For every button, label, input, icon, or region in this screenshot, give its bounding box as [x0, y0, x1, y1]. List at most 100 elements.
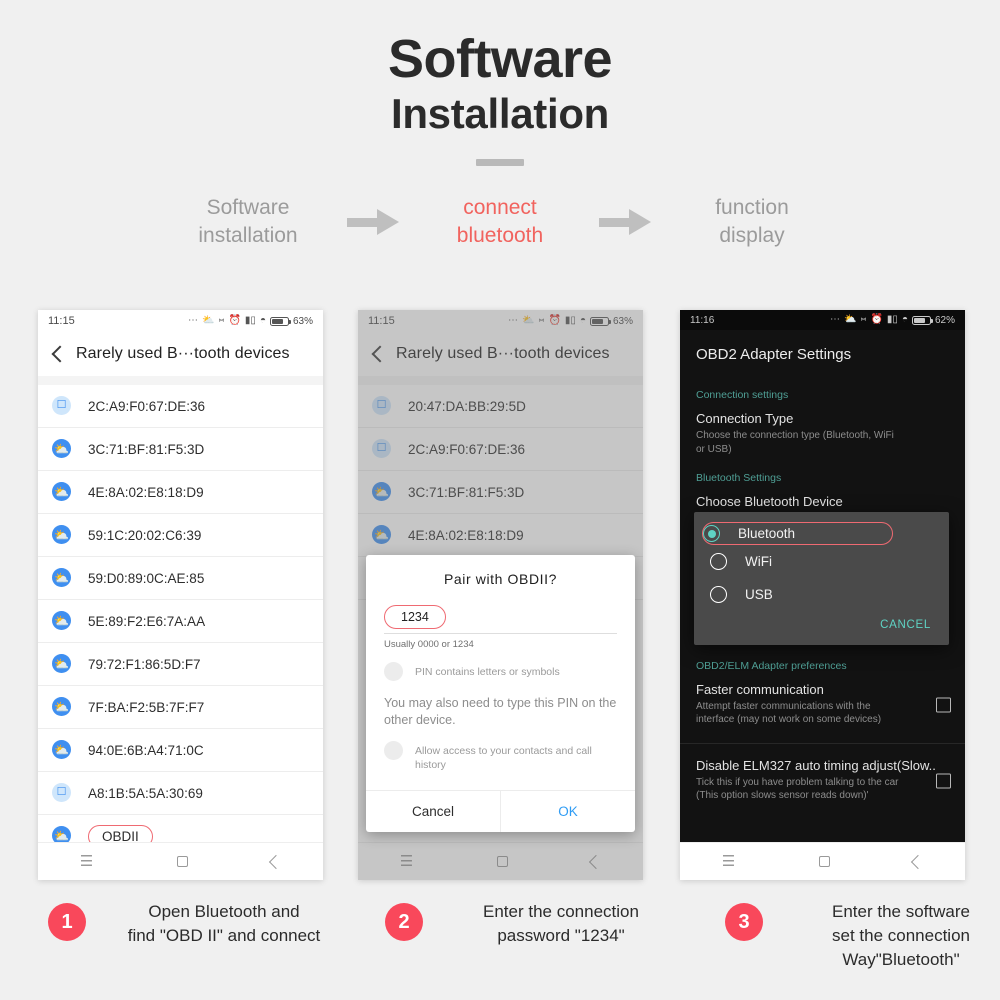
caption-text: Enter the connection password "1234": [483, 902, 639, 945]
menu-icon[interactable]: ☰: [722, 854, 735, 869]
page-header: Software Installation: [0, 0, 1000, 166]
checkbox-icon[interactable]: [384, 662, 403, 681]
back-chevron-icon[interactable]: [368, 344, 388, 364]
cancel-button[interactable]: CANCEL: [694, 611, 949, 641]
menu-icon[interactable]: ☰: [80, 854, 93, 869]
radio-option-bluetooth[interactable]: Bluetooth: [702, 522, 893, 545]
radio-button-icon[interactable]: [710, 553, 727, 570]
radio-option-wifi[interactable]: WiFi: [694, 545, 949, 578]
back-icon[interactable]: [269, 854, 284, 869]
device-list-item[interactable]: ⛅ 59:D0:89:0C:AE:85: [38, 557, 323, 600]
step-number-badge: 2: [385, 903, 423, 941]
bluetooth-icon: ⛅: [844, 314, 857, 325]
device-icon-wrap: ☐: [52, 783, 72, 803]
setting-title: Disable ELM327 auto timing adjust(Slow..: [696, 757, 936, 773]
setting-subtitle: Tick this if you have problem talking to…: [696, 776, 899, 802]
phone-screenshot-2: 11:15 ⋯ ⛅ ⑅ ⏰ ▮▯ ◓ 63% Rarely used B···t…: [358, 310, 643, 880]
checkbox-icon[interactable]: [384, 740, 403, 760]
device-list-item[interactable]: ⛅ 3C:71:BF:81:F5:3D: [38, 428, 323, 471]
title-divider: [476, 158, 524, 166]
radio-option-usb[interactable]: USB: [694, 578, 949, 611]
phone-icon: ☐: [52, 783, 71, 802]
battery-percent: 63%: [612, 315, 633, 327]
device-list-item[interactable]: ☐ 2C:A9:F0:67:DE:36: [38, 385, 323, 428]
radio-option-label: WiFi: [745, 554, 772, 569]
radio-button-icon[interactable]: [710, 586, 727, 603]
device-list-item[interactable]: ☐ 2C:A9:F0:67:DE:36: [358, 428, 643, 471]
pin-input[interactable]: 1234: [384, 605, 617, 634]
checkbox-icon[interactable]: [936, 773, 951, 789]
radio-button-icon[interactable]: [703, 525, 720, 542]
step-indicator: Software installation connect bluetooth …: [0, 194, 1000, 249]
mute-icon: ⑅: [860, 314, 867, 325]
bluetooth-icon: ⛅: [52, 525, 71, 544]
device-icon-wrap: ☐: [52, 396, 72, 416]
device-icon-wrap: ⛅: [52, 611, 72, 631]
device-list-1: ☐ 2C:A9:F0:67:DE:36 ⛅ 3C:71:BF:81:F5:3D ⛅ 4E:…: [38, 385, 323, 880]
device-name: 2C:A9:F0:67:DE:36: [408, 441, 526, 457]
dots-icon: ⋯: [508, 315, 519, 326]
device-name: 3C:71:BF:81:F5:3D: [408, 484, 525, 500]
device-list-item[interactable]: ⛅ 3C:71:BF:81:F5:3D: [358, 471, 643, 514]
bluetooth-icon: ⛅: [372, 482, 391, 501]
back-icon[interactable]: [589, 854, 604, 869]
menu-icon[interactable]: ☰: [400, 854, 413, 869]
section-connection-settings: Connection settings: [696, 389, 789, 401]
phone-icon: ☐: [372, 439, 391, 458]
status-time: 11:15: [48, 315, 75, 327]
setting-faster-communication[interactable]: Faster communication Attempt faster comm…: [680, 674, 965, 737]
pair-dialog-title: Pair with OBDII?: [443, 571, 558, 587]
device-name: 59:1C:20:02:C6:39: [88, 527, 202, 543]
device-name: 4E:8A:02:E8:18:D9: [408, 527, 524, 543]
status-time: 11:16: [690, 314, 715, 326]
setting-disable-elm327-timing[interactable]: Disable ELM327 auto timing adjust(Slow..…: [680, 750, 965, 813]
app-bar-2: Rarely used B···tooth devices: [358, 332, 643, 376]
contacts-access-checkbox-row[interactable]: Allow access to your contacts and call h…: [366, 740, 635, 772]
device-name: 94:0E:6B:A4:71:0C: [88, 742, 204, 758]
bluetooth-icon: ⛅: [52, 697, 71, 716]
setting-connection-type[interactable]: Connection Type Choose the connection ty…: [680, 403, 965, 466]
phone-screenshot-1: 11:15 ⋯ ⛅ ⑅ ⏰ ▮▯ ◓ 63% Rarely used B···t…: [38, 310, 323, 880]
home-icon[interactable]: [176, 856, 188, 867]
cancel-button[interactable]: Cancel: [366, 791, 500, 832]
page-title-line1: Software: [387, 29, 613, 89]
back-chevron-icon[interactable]: [48, 344, 68, 364]
device-icon-wrap: ⛅: [52, 740, 72, 760]
device-icon-wrap: ⛅: [52, 568, 72, 588]
device-list-item[interactable]: ⛅ 79:72:F1:86:5D:F7: [38, 643, 323, 686]
device-list-item[interactable]: ⛅ 94:0E:6B:A4:71:0C: [38, 729, 323, 772]
step-number-badge: 1: [48, 903, 86, 941]
page-title-line2: Installation: [390, 90, 610, 138]
home-icon[interactable]: [818, 856, 830, 867]
device-list-item[interactable]: ⛅ 4E:8A:02:E8:18:D9: [38, 471, 323, 514]
home-icon[interactable]: [496, 856, 508, 867]
battery-icon: [911, 315, 933, 325]
step-connect-bluetooth: connect bluetooth: [456, 195, 544, 247]
device-list-item[interactable]: ⛅ 59:1C:20:02:C6:39: [38, 514, 323, 557]
setting-title: Faster communication: [696, 681, 824, 697]
nav-bar-2: ☰: [358, 842, 643, 880]
device-list-item[interactable]: ☐ A8:1B:5A:5A:30:69: [38, 772, 323, 815]
app-bar-title: Rarely used B···tooth devices: [396, 345, 610, 362]
back-icon[interactable]: [911, 854, 926, 869]
device-list-item[interactable]: ⛅ 4E:8A:02:E8:18:D9: [358, 514, 643, 557]
device-list-item[interactable]: ⛅ 7F:BA:F2:5B:7F:F7: [38, 686, 323, 729]
pin-symbols-checkbox-row[interactable]: PIN contains letters or symbols: [384, 662, 617, 681]
ok-button[interactable]: OK: [501, 791, 635, 832]
device-name: 20:47:DA:BB:29:5D: [408, 398, 526, 414]
nav-bar-1: ☰: [38, 842, 323, 880]
mute-icon: ⑅: [538, 315, 545, 326]
pin-symbols-label: PIN contains letters or symbols: [415, 666, 560, 678]
device-list-item[interactable]: ☐ 20:47:DA:BB:29:5D: [358, 385, 643, 428]
wifi-icon: ◓: [259, 315, 266, 326]
arrow-right-icon-1: [347, 208, 401, 235]
device-list-item[interactable]: ⛅ 5E:89:F2:E6:7A:AA: [38, 600, 323, 643]
battery-percent: 63%: [292, 315, 313, 327]
device-name: 5E:89:F2:E6:7A:AA: [88, 613, 206, 629]
page-root: Software Installation Software installat…: [0, 0, 1000, 1000]
battery-icon: [589, 316, 611, 326]
list-spacer: [358, 376, 643, 385]
step-software-installation: Software installation: [198, 195, 298, 247]
arrow-right-icon-2: [599, 208, 653, 235]
checkbox-icon[interactable]: [936, 697, 951, 713]
